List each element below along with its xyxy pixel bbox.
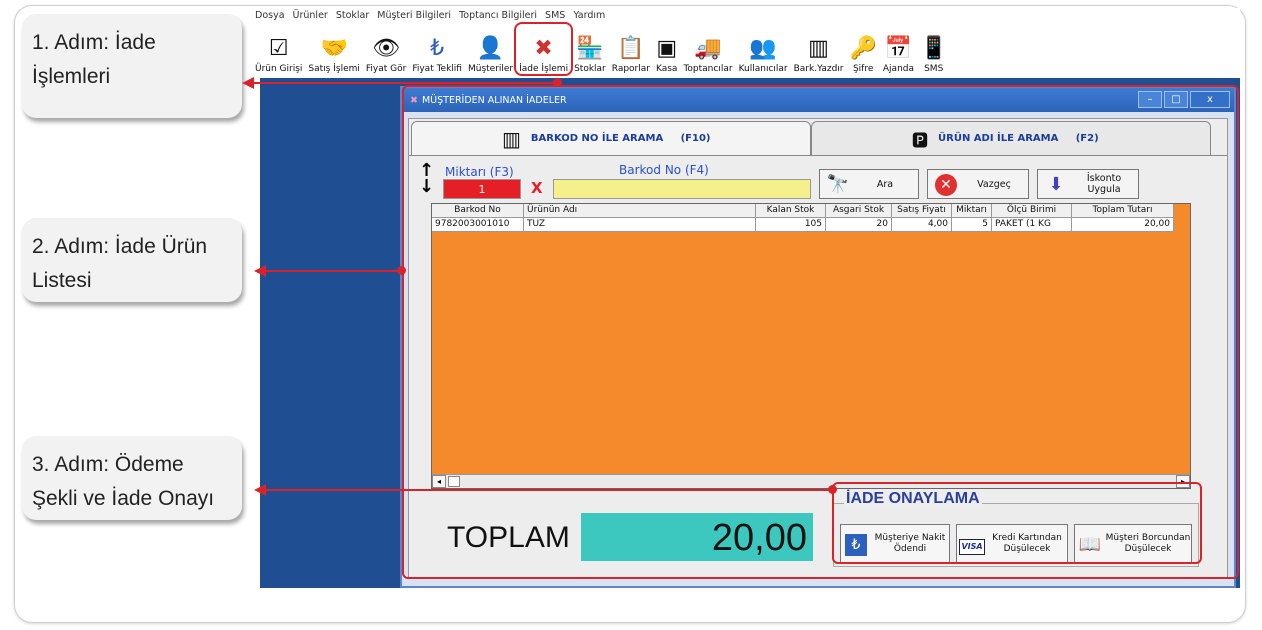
barcode-icon: ▥ [808, 36, 829, 61]
tool-sifre[interactable]: 🔑 Şifre [846, 24, 879, 74]
truck-icon: 🚚 [694, 36, 722, 61]
users-icon: 👥 [749, 36, 777, 61]
arrow-2-head [254, 265, 266, 277]
tool-fiyat-teklifi[interactable]: ₺ Fiyat Teklifi [409, 24, 465, 74]
highlight-approval [832, 482, 1202, 564]
tool-kullanicilar[interactable]: 👥 Kullanıcılar [736, 24, 791, 74]
tool-satis-islemi[interactable]: 🤝 Satış İşlemi [305, 24, 362, 74]
arrow-3-dot [828, 485, 837, 494]
key-icon: 🔑 [849, 36, 877, 61]
callout-step-2: 2. Adım: İade Ürün Listesi [22, 218, 242, 302]
tool-toptancilar[interactable]: 🚚 Toptancılar [680, 24, 735, 74]
tool-ajanda[interactable]: 📅 Ajanda [880, 24, 917, 74]
phone-icon: 📱 [920, 36, 948, 61]
tool-stoklar[interactable]: 🏪 Stoklar [571, 24, 609, 74]
menu-toptanci-bilgileri[interactable]: Toptancı Bilgileri [456, 8, 542, 24]
tool-bark-yazdir[interactable]: ▥ Bark.Yazdır [791, 24, 847, 74]
toolbar: ☑ Ürün Girişi 🤝 Satış İşlemi 👁 Fiyat Gör ₺ F… [252, 22, 1240, 76]
menu-urunler[interactable]: Ürünler [290, 8, 333, 24]
safe-icon: ▣ [656, 36, 678, 61]
arrow-2-dot [397, 266, 406, 275]
handshake-icon: 🤝 [320, 36, 348, 61]
menu-musteri-bilgileri[interactable]: Müşteri Bilgileri [374, 8, 456, 24]
clipboard-icon: 📋 [617, 36, 645, 61]
menu-dosya[interactable]: Dosya [252, 8, 290, 24]
arrow-1-dot [553, 78, 562, 87]
tool-raporlar[interactable]: 📋 Raporlar [609, 24, 653, 74]
return-icon: ✖ [534, 36, 553, 61]
tool-iade-islemi[interactable]: ✖ İade İşlemi [514, 22, 574, 76]
eye-icon: 👁 [372, 36, 401, 61]
menu-yardim[interactable]: Yardım [570, 8, 610, 24]
tool-kasa[interactable]: ▣ Kasa [653, 24, 680, 74]
arrow-2 [262, 270, 402, 272]
menu-sms[interactable]: SMS [542, 8, 570, 24]
calendar-icon: 📅 [884, 36, 913, 61]
callout-step-1: 1. Adım: İade İşlemleri [22, 14, 242, 118]
tool-sms[interactable]: 📱 SMS [917, 24, 950, 74]
tool-urun-girisi[interactable]: ☑ Ürün Girişi [252, 24, 305, 74]
arrow-3 [262, 489, 834, 491]
arrow-1-head [242, 77, 254, 89]
callout-step-3: 3. Adım: Ödeme Şekli ve İade Onayı [22, 436, 242, 520]
menubar: Dosya Ürünler Stoklar Müşteri Bilgileri … [252, 8, 1240, 24]
customer-icon: 👤 [476, 36, 505, 61]
shop-icon: 🏪 [576, 36, 604, 61]
tool-musteriler[interactable]: 👤 Müşteriler [465, 24, 516, 74]
arrow-1 [250, 82, 560, 84]
lira-icon: ₺ [430, 36, 445, 61]
menu-stoklar[interactable]: Stoklar [333, 8, 374, 24]
tool-fiyat-gor[interactable]: 👁 Fiyat Gör [363, 24, 409, 74]
arrow-3-head [254, 484, 266, 496]
checkbox-icon: ☑ [268, 36, 289, 61]
